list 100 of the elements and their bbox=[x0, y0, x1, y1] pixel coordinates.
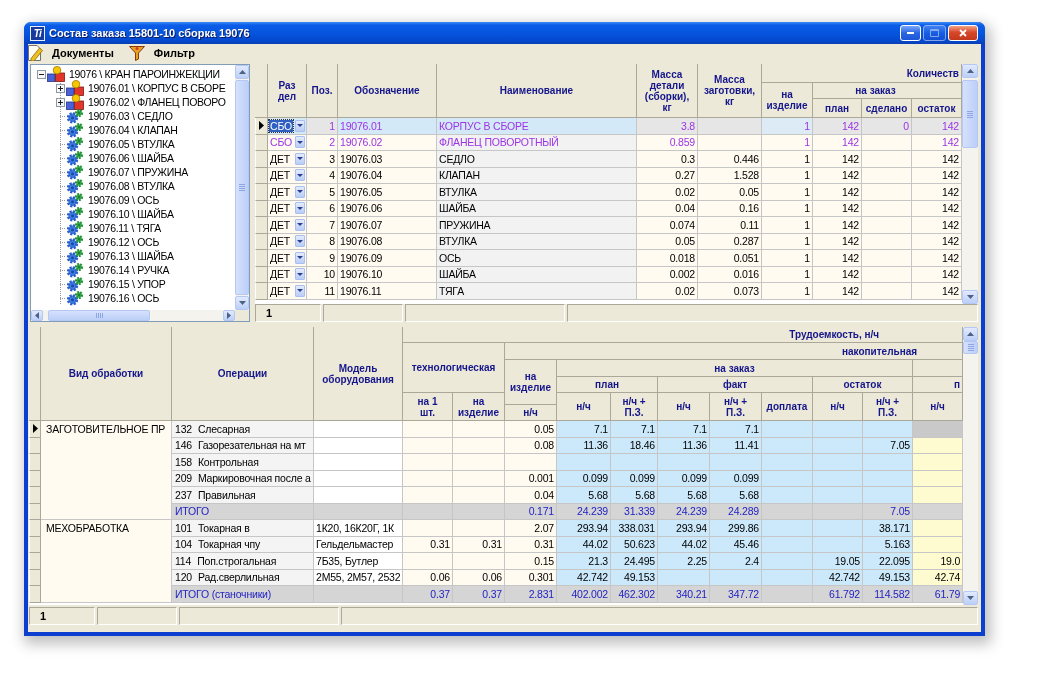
vertical-scrollbar[interactable] bbox=[963, 327, 978, 605]
caret-down-icon bbox=[297, 272, 303, 276]
operation-code: 158 bbox=[175, 455, 192, 468]
row-selector[interactable] bbox=[255, 118, 268, 135]
scroll-thumb[interactable] bbox=[962, 80, 978, 148]
scroll-up-button[interactable] bbox=[235, 65, 249, 79]
tree-item[interactable]: 19076.06 \ ШАЙБА bbox=[87, 152, 175, 164]
total-label: ИТОГО bbox=[175, 505, 209, 518]
tree-item[interactable]: 19076.07 \ ПРУЖИНА bbox=[87, 166, 189, 178]
table-cell: МЕХОБРАБОТКА bbox=[41, 520, 172, 603]
row-selector[interactable] bbox=[29, 421, 41, 438]
close-button[interactable] bbox=[948, 25, 978, 41]
column-header: Трудоемкость, н/ч bbox=[403, 327, 963, 343]
funnel-icon bbox=[128, 45, 145, 61]
table-cell: 0.15 bbox=[505, 553, 557, 570]
caret-down-icon bbox=[297, 173, 303, 177]
tree-item[interactable]: 19076.16 \ ОСЬ bbox=[87, 292, 160, 304]
tree-item[interactable]: 19076.05 \ ВТУЛКА bbox=[87, 138, 176, 150]
section-value: ДЕТ bbox=[269, 202, 291, 215]
caret-down-icon bbox=[967, 596, 974, 600]
column-header: н/ч + П.З. bbox=[863, 393, 913, 421]
table-cell: 0.37 bbox=[453, 586, 505, 603]
column-header: Операции bbox=[172, 327, 314, 421]
tree-item[interactable]: 19076.02 \ ФЛАНЕЦ ПОВОРО bbox=[87, 96, 227, 108]
tree-item[interactable]: 19076.09 \ ОСЬ bbox=[87, 194, 160, 206]
scroll-up-button[interactable] bbox=[963, 327, 978, 341]
tree-item[interactable]: 19076.10 \ ШАЙБА bbox=[87, 208, 175, 220]
table-cell: 142 bbox=[813, 118, 862, 135]
operation-name: Контрольная bbox=[197, 455, 259, 468]
operation-code: 114 bbox=[175, 554, 192, 567]
dropdown-button[interactable] bbox=[295, 218, 305, 231]
tree-item[interactable]: 19076.11 \ ТЯГА bbox=[87, 222, 163, 234]
dropdown-button[interactable] bbox=[295, 119, 305, 132]
scroll-left-button[interactable] bbox=[31, 310, 43, 321]
table-cell: 7Б35, Бутлер bbox=[314, 553, 403, 570]
scrollbar-corner bbox=[235, 310, 249, 321]
dropdown-button[interactable] bbox=[295, 169, 305, 182]
column-header: факт bbox=[658, 377, 813, 393]
column-header: н/ч + П.З. bbox=[710, 393, 762, 421]
record-number: 1 bbox=[40, 610, 47, 622]
blocks-icon bbox=[47, 66, 65, 82]
toolbar-button[interactable]: Фильтр bbox=[128, 44, 197, 62]
plus-box-icon[interactable] bbox=[55, 83, 65, 93]
operation-code: 132 bbox=[175, 422, 192, 435]
close-icon bbox=[959, 29, 967, 37]
table-cell: 1 bbox=[762, 118, 813, 135]
table-cell: 142 bbox=[912, 118, 962, 135]
column-header: н/ч bbox=[658, 393, 710, 421]
dropdown-button[interactable] bbox=[295, 235, 305, 248]
vertical-scrollbar[interactable] bbox=[962, 64, 978, 304]
column-header: н/ч bbox=[913, 393, 963, 421]
tree-item[interactable]: 19076.13 \ ШАЙБА bbox=[87, 250, 175, 262]
dropdown-button[interactable] bbox=[295, 284, 305, 297]
horizontal-scrollbar[interactable] bbox=[31, 310, 235, 321]
table-cell: 347.72 bbox=[710, 586, 762, 603]
column-header: сделано bbox=[862, 99, 912, 118]
scroll-thumb[interactable] bbox=[48, 310, 150, 321]
table-cell: 2.25 bbox=[658, 553, 710, 570]
plus-box-icon[interactable] bbox=[55, 97, 65, 107]
dropdown-button[interactable] bbox=[295, 185, 305, 198]
dropdown-button[interactable] bbox=[295, 152, 305, 165]
table-cell: 142 bbox=[912, 184, 962, 201]
table-cell: 11 bbox=[307, 283, 338, 300]
tree-item[interactable]: 19076.12 \ ОСЬ bbox=[87, 236, 160, 248]
scroll-right-button[interactable] bbox=[223, 310, 235, 321]
tree-item[interactable]: 19076.08 \ ВТУЛКА bbox=[87, 180, 176, 192]
table-cell: 19.0 bbox=[913, 553, 963, 570]
table-cell: 402.002 bbox=[557, 586, 611, 603]
scroll-up-button[interactable] bbox=[962, 64, 978, 78]
row-pointer-icon bbox=[259, 121, 264, 131]
minimize-button[interactable] bbox=[900, 25, 921, 41]
tree-item[interactable]: 19076.04 \ КЛАПАН bbox=[87, 124, 179, 136]
table-cell: 19076.01 bbox=[338, 118, 437, 135]
minus-box-icon[interactable] bbox=[36, 69, 46, 79]
dropdown-button[interactable] bbox=[295, 268, 305, 281]
dropdown-button[interactable] bbox=[295, 136, 305, 149]
table-cell: 0.018 bbox=[637, 250, 698, 267]
table-cell: ЗАГОТОВИТЕЛЬНОЕ ПР bbox=[41, 421, 172, 520]
tree-item[interactable]: 19076 \ КРАН ПАРОИНЖЕКЦИИ bbox=[68, 68, 221, 80]
tree-item[interactable]: 19076.03 \ СЕДЛО bbox=[87, 110, 174, 122]
dropdown-button[interactable] bbox=[295, 202, 305, 215]
table-cell: 1 bbox=[762, 217, 813, 234]
tree-item[interactable]: 19076.15 \ УПОР bbox=[87, 278, 167, 290]
toolbar-button[interactable]: Документы bbox=[28, 44, 116, 62]
gears-icon bbox=[66, 150, 84, 166]
operation-name: Токарная чпу bbox=[197, 538, 261, 551]
gears-icon bbox=[66, 136, 84, 152]
document-pencil-icon bbox=[28, 45, 43, 61]
table-cell: 1 bbox=[762, 184, 813, 201]
tree-item[interactable]: 19076.01 \ КОРПУС В СБОРЕ bbox=[87, 82, 227, 94]
table-cell: 142 bbox=[813, 151, 862, 168]
dropdown-button[interactable] bbox=[295, 251, 305, 264]
scroll-down-button[interactable] bbox=[962, 290, 978, 304]
scroll-down-button[interactable] bbox=[235, 296, 249, 310]
tree-item[interactable]: 19076.14 \ РУЧКА bbox=[87, 264, 171, 276]
scroll-down-button[interactable] bbox=[963, 591, 978, 605]
section-value: ДЕТ bbox=[269, 235, 291, 248]
table-cell: 0.446 bbox=[698, 151, 762, 168]
table-cell: 1 bbox=[762, 283, 813, 300]
scroll-thumb[interactable] bbox=[963, 341, 978, 354]
